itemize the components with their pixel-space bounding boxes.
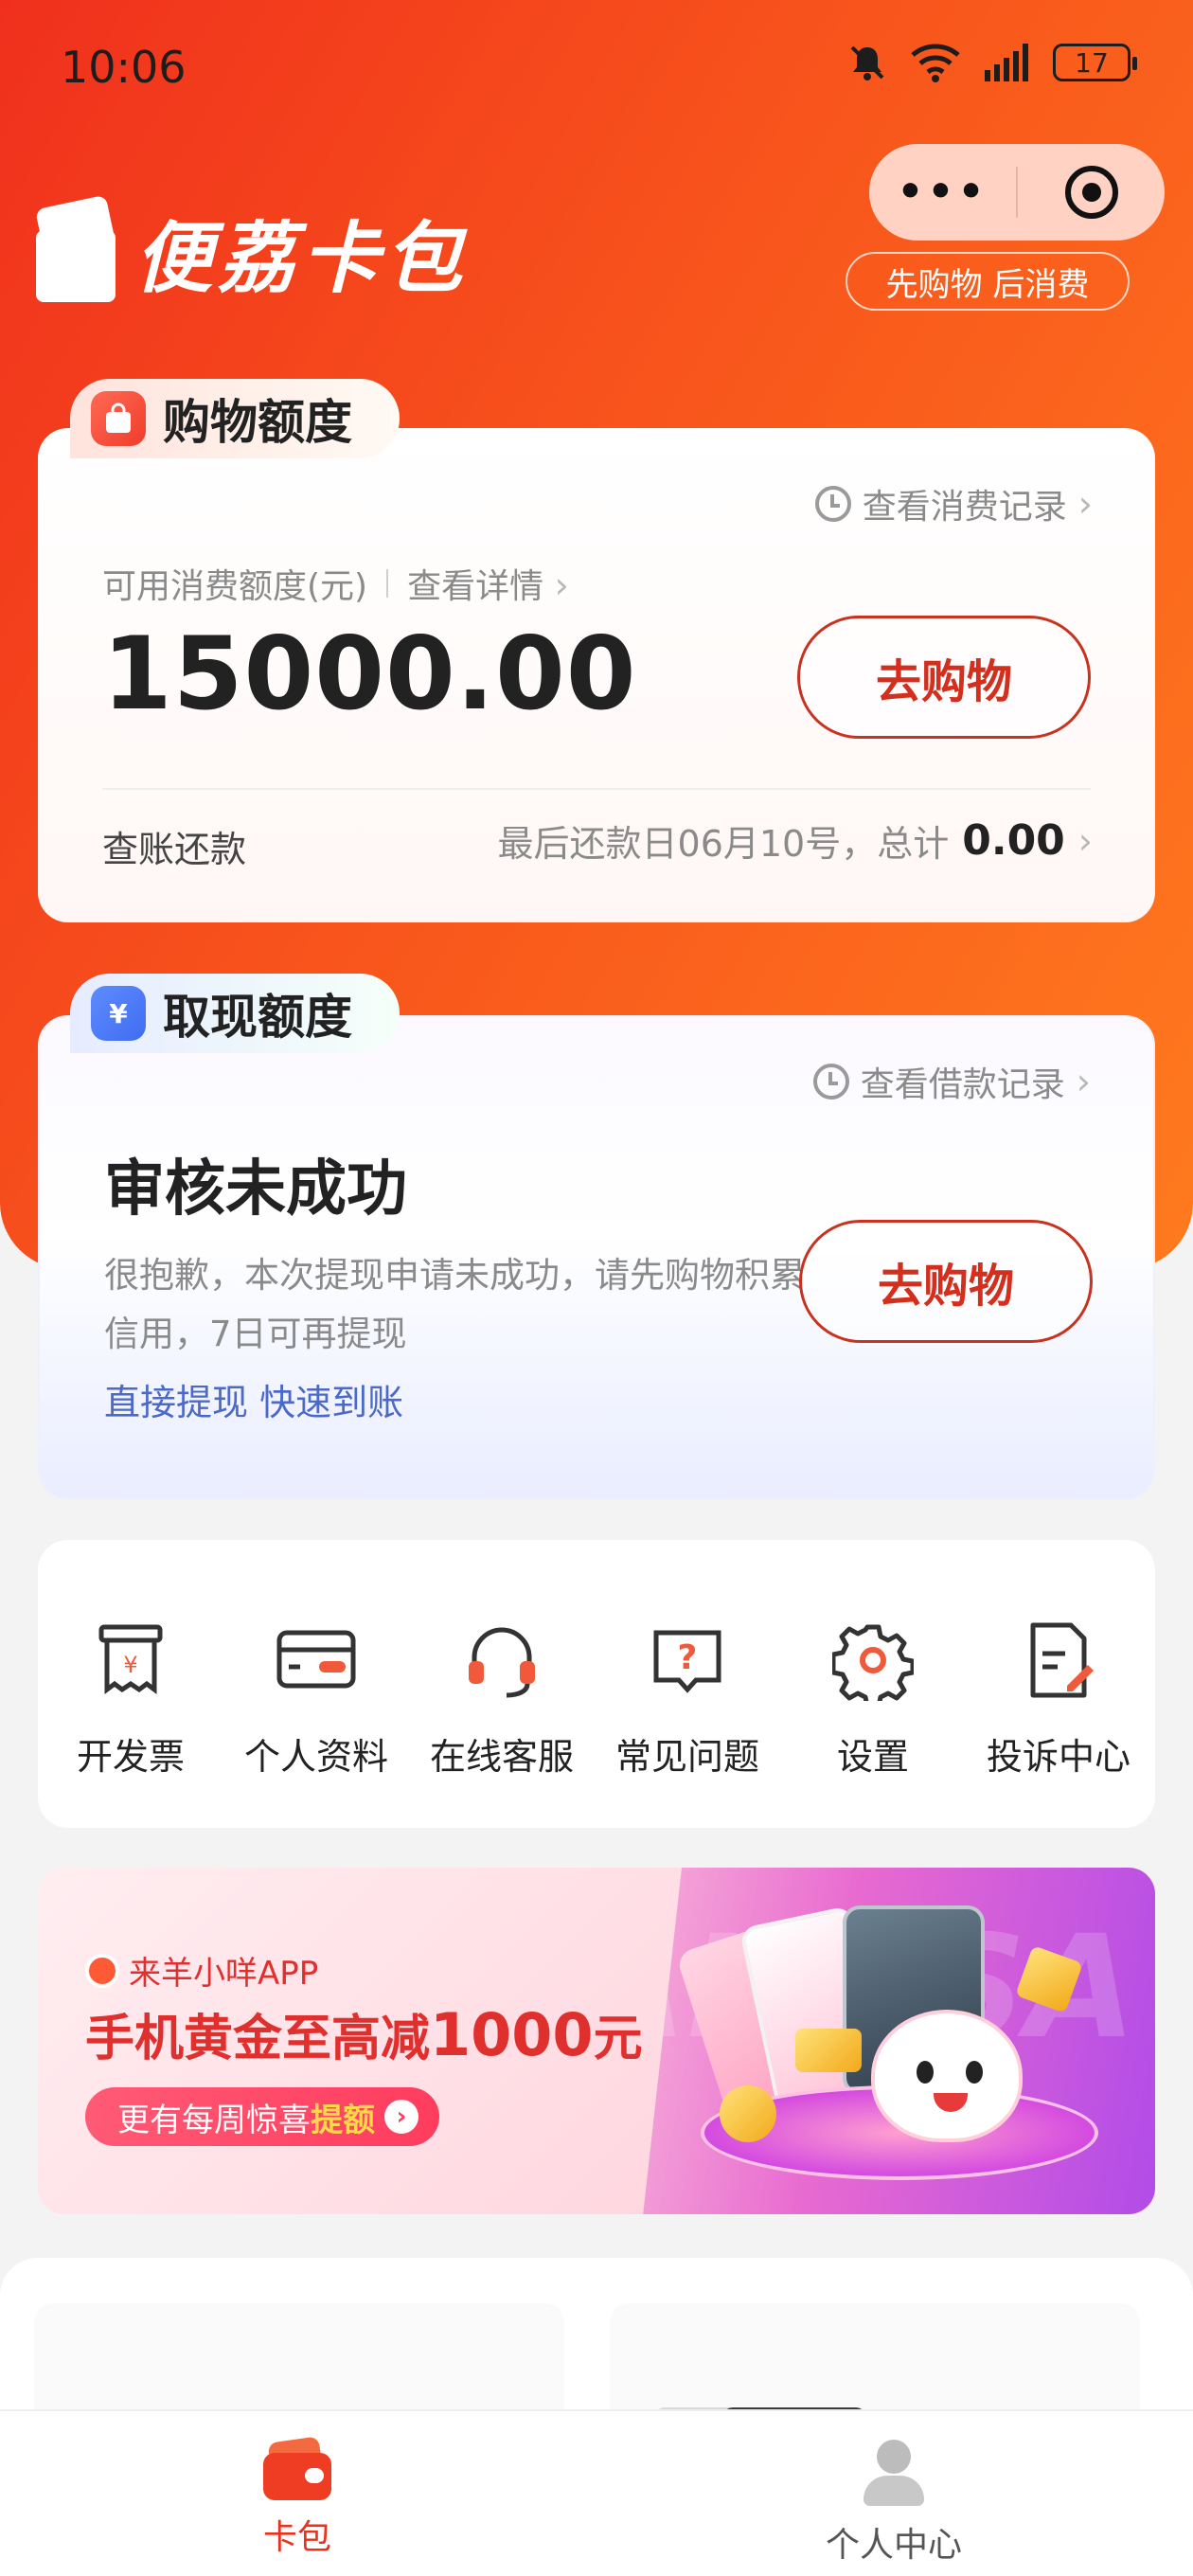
banner-cta-text: 更有每周惊喜提额 [117,2094,375,2140]
headset-icon [469,1627,535,1698]
withdraw-tab-title: 取现额度 [163,990,352,1045]
gold-bar-image [795,2029,862,2072]
app-page: 10:06 17 ••• 先购物 后消费 便荔卡包 查看消费记录 › 可用消费额… [0,0,1193,2576]
service-support[interactable]: 在线客服 [409,1619,595,1780]
review-description: 很抱歉，本次提现申请未成功，请先购物积累信用，7日可再提现 [104,1255,805,1354]
status-time: 10:06 [61,42,187,93]
banner-cta-highlight: 提额 [311,2101,375,2139]
tab-card-wallet[interactable]: 卡包 [155,2436,439,2559]
consumption-record-link[interactable]: 查看消费记录 › [814,479,1093,528]
signal-icon [985,44,1028,81]
withdraw-limit-card: 查看借款记录 › 审核未成功 很抱歉，本次提现申请未成功，请先购物积累信用，7日… [38,1015,1155,1500]
status-icons: 17 [846,42,1137,83]
status-bar: 10:06 17 [0,0,1193,142]
chevron-right-icon: › [554,564,569,606]
shopping-section-tab: 购物额度 [70,379,400,458]
view-detail-link[interactable]: 查看详情 › [407,559,569,608]
banner-title-suffix: 元 [593,2011,643,2067]
banner-title-amount: 1000 [430,2000,594,2069]
target-icon [1064,166,1118,219]
person-icon [860,2440,928,2508]
sheep-mascot [871,2010,1023,2142]
review-status-title: 审核未成功 [104,1154,407,1225]
service-complaint[interactable]: 投诉中心 [966,1619,1151,1780]
brand-name: 来羊小咩APP [129,1955,319,1993]
direct-withdraw-link[interactable]: 直接提现 快速到账 [104,1373,403,1425]
tab-label: 卡包 [262,2518,331,2557]
service-label: 开发票 [76,1736,185,1778]
complaint-icon [1030,1622,1094,1698]
available-amount: 15000.00 [102,616,637,732]
service-invoice[interactable]: ¥ 开发票 [38,1619,223,1780]
view-detail-label: 查看详情 [407,567,544,606]
battery-level: 17 [1075,46,1109,79]
slogan-pill: 先购物 后消费 [846,252,1130,311]
go-shopping-button[interactable]: 去购物 [797,616,1091,739]
gold-coin-image [720,2085,776,2142]
more-dots-icon: ••• [897,168,988,216]
bill-repay-link[interactable]: 查账还款 [102,820,246,872]
svg-text:?: ? [678,1638,698,1677]
banner-brand: 来羊小咩APP [85,1947,318,1994]
shopping-bag-icon [91,391,146,446]
service-profile[interactable]: 个人资料 [223,1619,409,1780]
banner-cta[interactable]: 更有每周惊喜提额 › [85,2087,439,2146]
atm-yen-icon: ¥ [91,986,146,1041]
withdraw-section-tab: ¥ 取现额度 [70,974,400,1053]
wifi-icon [911,44,960,82]
tab-personal-center[interactable]: 个人中心 [752,2440,1036,2567]
service-faq[interactable]: ? 常见问题 [595,1619,780,1780]
close-miniprogram-button[interactable] [1018,144,1165,241]
app-logo: 便荔卡包 [35,194,468,308]
repay-total: 0.00 [962,816,1065,865]
wallet-icon [263,2436,331,2500]
service-label: 个人资料 [243,1736,388,1778]
bottom-tab-bar: 卡包 个人中心 [0,2409,1193,2576]
limit-label-row: 可用消费额度(元) 查看详情 › [102,559,569,608]
loan-record-label: 查看借款记录 [860,1065,1065,1104]
more-button[interactable]: ••• [869,144,1016,241]
tab-label: 个人中心 [825,2526,962,2565]
wallet-logo-icon [35,194,116,306]
consumption-record-label: 查看消费记录 [862,488,1067,527]
promo-banner[interactable]: SALE SA 来羊小咩APP 手机黄金至高减1000元 更有每周惊喜提额 › [38,1868,1155,2214]
mute-bell-icon [850,45,884,80]
miniprogram-capsule: ••• [869,144,1165,241]
card-divider [102,788,1091,790]
id-card-icon [276,1630,356,1689]
service-label: 设置 [836,1736,909,1778]
services-card: ¥ 开发票 个人资料 在线客服 ? 常见问题 设置 投诉中心 [38,1540,1155,1828]
clock-icon [814,486,851,522]
banner-cta-label: 更有每周惊喜 [117,2101,311,2139]
go-shopping-button-2[interactable]: 去购物 [799,1220,1093,1343]
question-icon: ? [653,1630,721,1693]
service-settings[interactable]: 设置 [780,1619,966,1780]
chevron-right-icon: › [1077,819,1093,862]
service-label: 在线客服 [429,1736,574,1778]
banner-title-prefix: 手机黄金至高减 [85,2011,431,2067]
label-divider [386,569,389,598]
brand-logo-icon [85,1953,119,1988]
logo-text: 便荔卡包 [134,214,468,304]
banner-title: 手机黄金至高减1000元 [85,1998,643,2069]
gear-icon [832,1624,914,1701]
svg-text:¥: ¥ [123,1652,137,1678]
arrow-right-icon: › [384,2100,418,2134]
loan-record-link[interactable]: 查看借款记录 › [812,1057,1091,1106]
shopping-tab-title: 购物额度 [163,395,352,450]
service-label: 投诉中心 [986,1736,1131,1778]
service-label: 常见问题 [614,1736,759,1778]
clock-icon [812,1064,849,1100]
chevron-right-icon: › [1076,1061,1091,1102]
available-limit-label: 可用消费额度(元) [102,567,368,606]
shopping-limit-card: 查看消费记录 › 可用消费额度(元) 查看详情 › 15000.00 去购物 查… [38,428,1155,922]
invoice-icon: ¥ [98,1624,163,1694]
battery-icon: 17 [1053,44,1137,81]
repayment-summary[interactable]: 最后还款日06月10号，总计 0.00 › [498,814,1093,867]
chevron-right-icon: › [1077,483,1093,525]
due-date-text: 最后还款日06月10号，总计 [497,823,950,865]
